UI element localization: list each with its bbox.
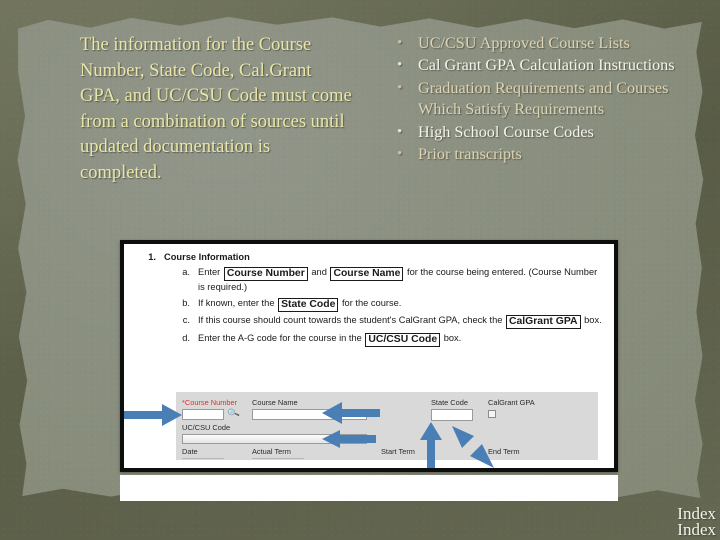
list-item: • Prior transcripts bbox=[392, 144, 684, 166]
heading-text: Course Information bbox=[164, 252, 250, 262]
document-list-item: a. Enter Course Number and Course Name f… bbox=[134, 266, 604, 294]
boxed-term: Course Number bbox=[223, 267, 308, 281]
list-item-label: Graduation Requirements and Courses Whic… bbox=[418, 78, 669, 119]
item-text: Enter Course Number and Course Name for … bbox=[198, 266, 604, 294]
item-text-part: box. bbox=[441, 332, 462, 343]
item-text-part: box. bbox=[581, 315, 602, 326]
document-list-item: b. If known, enter the State Code for th… bbox=[134, 297, 604, 312]
slide-canvas: The information for the Course Number, S… bbox=[0, 0, 720, 540]
item-text-part: and bbox=[308, 267, 330, 277]
item-number: a. bbox=[182, 267, 190, 277]
calgrant-gpa-checkbox[interactable] bbox=[488, 410, 496, 418]
item-text-part: for the course. bbox=[339, 297, 402, 308]
source-list: • UC/CSU Approved Course Lists • Cal Gra… bbox=[392, 33, 684, 166]
item-text-part: Enter the A-G code for the course in the bbox=[198, 332, 365, 343]
index-links: Index Index bbox=[677, 505, 716, 538]
callout-arrow-calgrant-gpa bbox=[446, 420, 498, 468]
document-list-item: c. If this course should count towards t… bbox=[134, 314, 604, 330]
heading-number: 1. bbox=[148, 252, 156, 262]
left-paragraph: The information for the Course Number, S… bbox=[80, 35, 352, 183]
item-number: c. bbox=[182, 315, 190, 326]
boxed-term: CalGrant GPA bbox=[506, 315, 581, 330]
callout-arrow-course-name bbox=[320, 402, 380, 424]
bullet-icon: • bbox=[397, 35, 403, 51]
date-label: Date bbox=[182, 447, 198, 456]
calgrant-gpa-label: CalGrant GPA bbox=[488, 398, 535, 407]
course-entry-form-mock: *Course Number 🔍 Course Name State Code … bbox=[176, 392, 598, 460]
embedded-document-image: 1. Course Information a. Enter Course Nu… bbox=[120, 240, 618, 472]
search-icon[interactable]: 🔍 bbox=[226, 406, 240, 420]
bullet-icon: • bbox=[397, 79, 403, 96]
white-spacer-strip bbox=[120, 475, 618, 501]
index-link-shadow[interactable]: Index bbox=[677, 521, 716, 538]
state-code-label: State Code bbox=[431, 398, 468, 407]
item-text-part: If this course should count towards the … bbox=[198, 315, 506, 326]
list-item-label: Cal Grant GPA Calculation Instructions bbox=[418, 56, 675, 75]
callout-arrow-uc-csu-code bbox=[320, 430, 376, 448]
document-list-item: d. Enter the A-G code for the course in … bbox=[134, 332, 604, 347]
item-text: If this course should count towards the … bbox=[198, 314, 604, 330]
bullet-icon: • bbox=[397, 57, 403, 74]
item-text: Enter the A-G code for the course in the… bbox=[198, 332, 604, 347]
actual-term-label: Actual Term bbox=[252, 447, 291, 456]
list-item: • Cal Grant GPA Calculation Instructions bbox=[392, 55, 684, 77]
list-item: • High School Course Codes bbox=[392, 122, 684, 144]
list-item-label: Prior transcripts bbox=[418, 144, 522, 163]
boxed-term: State Code bbox=[278, 297, 339, 312]
course-name-label: Course Name bbox=[252, 398, 298, 407]
boxed-term: Course Name bbox=[330, 267, 404, 281]
course-number-input[interactable] bbox=[182, 409, 224, 420]
item-number: d. bbox=[182, 332, 190, 343]
list-item: • UC/CSU Approved Course Lists bbox=[392, 33, 684, 55]
document-page: 1. Course Information a. Enter Course Nu… bbox=[123, 243, 615, 469]
list-item-label: UC/CSU Approved Course Lists bbox=[418, 34, 630, 52]
item-text-part: If known, enter the bbox=[198, 297, 278, 308]
right-bullet-column: • UC/CSU Approved Course Lists • Cal Gra… bbox=[392, 33, 684, 166]
callout-arrow-course-number bbox=[124, 404, 182, 426]
actual-term-input[interactable] bbox=[252, 458, 304, 459]
item-text: If known, enter the State Code for the c… bbox=[198, 297, 604, 312]
start-term-label: Start Term bbox=[381, 447, 415, 456]
uc-csu-code-label: UC/CSU Code bbox=[182, 423, 231, 432]
course-number-label: *Course Number bbox=[182, 398, 238, 407]
document-heading: 1. Course Information bbox=[134, 252, 604, 262]
boxed-term: UC/CSU Code bbox=[365, 332, 441, 347]
bullet-icon: • bbox=[397, 123, 403, 140]
bullet-icon: • bbox=[397, 145, 403, 162]
item-number: b. bbox=[182, 297, 190, 308]
item-text-part: Enter bbox=[198, 267, 223, 277]
callout-arrow-state-code bbox=[420, 420, 442, 468]
list-item-label: High School Course Codes bbox=[418, 122, 594, 141]
document-body: 1. Course Information a. Enter Course Nu… bbox=[124, 244, 614, 347]
date-input[interactable] bbox=[182, 458, 224, 459]
list-item: • Graduation Requirements and Courses Wh… bbox=[392, 78, 684, 122]
